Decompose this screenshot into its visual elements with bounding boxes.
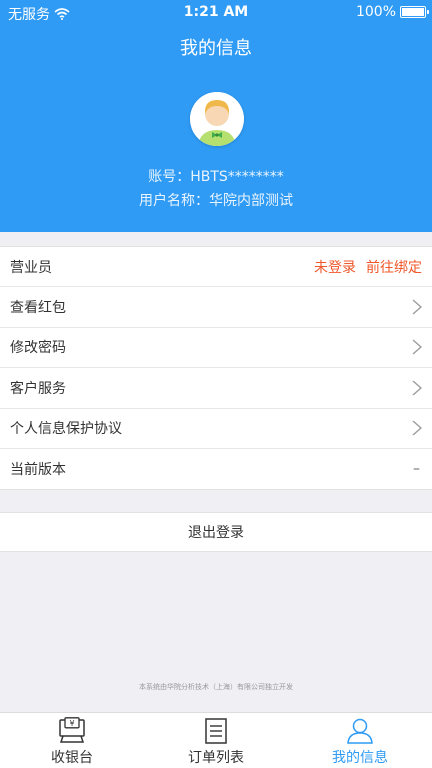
bind-link[interactable]: 前往绑定 xyxy=(366,257,422,277)
battery-status: 100% xyxy=(355,4,429,20)
menu-item-label: 客户服务 xyxy=(10,380,66,397)
menu-item-label: 当前版本 xyxy=(10,462,66,479)
menu-item-label: 营业员 xyxy=(10,259,52,276)
menu-item-clerk[interactable]: 营业员 未登录 前往绑定 xyxy=(0,247,432,288)
chevron-right-icon xyxy=(412,339,422,355)
chevron-right-icon xyxy=(412,420,422,436)
version-value: – xyxy=(413,461,420,478)
tab-order-list[interactable]: 订单列表 xyxy=(144,713,288,768)
tab-bar: ¥ 收银台 订单列表 我的信息 xyxy=(0,712,432,768)
account-number: 账号：HBTS******** xyxy=(148,169,284,185)
menu-item-red-packet[interactable]: 查看红包 xyxy=(0,287,432,328)
battery-icon xyxy=(400,6,429,18)
menu-item-customer-service[interactable]: 客户服务 xyxy=(0,368,432,409)
login-status: 未登录 xyxy=(314,259,356,276)
profile-header: 无服务 1:21 AM 100% 我的信息 账号：HBTS******** 用户… xyxy=(0,0,432,232)
battery-percent: 100% xyxy=(355,4,396,20)
tab-label: 订单列表 xyxy=(188,750,244,766)
menu-item-privacy-agreement[interactable]: 个人信息保护协议 xyxy=(0,409,432,449)
avatar-icon xyxy=(190,92,244,146)
menu-item-version: 当前版本 – xyxy=(0,449,432,489)
chevron-right-icon xyxy=(412,380,422,396)
menu-item-label: 查看红包 xyxy=(10,300,66,317)
chevron-right-icon xyxy=(412,299,422,315)
menu-item-label: 修改密码 xyxy=(10,340,66,357)
tab-cashier[interactable]: ¥ 收银台 xyxy=(0,713,144,768)
tab-my-info[interactable]: 我的信息 xyxy=(288,713,432,768)
developer-note: 本系统由华院分析技术（上海）有限公司独立开发 xyxy=(139,683,293,691)
status-bar: 无服务 1:21 AM 100% xyxy=(0,0,432,24)
user-icon xyxy=(347,718,373,744)
tab-label: 我的信息 xyxy=(332,750,388,766)
settings-menu: 营业员 未登录 前往绑定 查看红包 修改密码 客户服务 个人信息保护协议 当前版… xyxy=(0,246,432,491)
menu-item-label: 个人信息保护协议 xyxy=(10,421,122,438)
tab-label: 收银台 xyxy=(51,750,93,766)
avatar[interactable] xyxy=(190,92,244,146)
cashier-icon: ¥ xyxy=(59,717,85,743)
page-title: 我的信息 xyxy=(180,38,252,59)
menu-item-change-password[interactable]: 修改密码 xyxy=(0,328,432,369)
order-list-icon xyxy=(205,718,227,744)
user-name: 用户名称：华院内部测试 xyxy=(139,193,293,209)
svg-text:¥: ¥ xyxy=(69,719,74,728)
logout-button[interactable]: 退出登录 xyxy=(0,512,432,552)
